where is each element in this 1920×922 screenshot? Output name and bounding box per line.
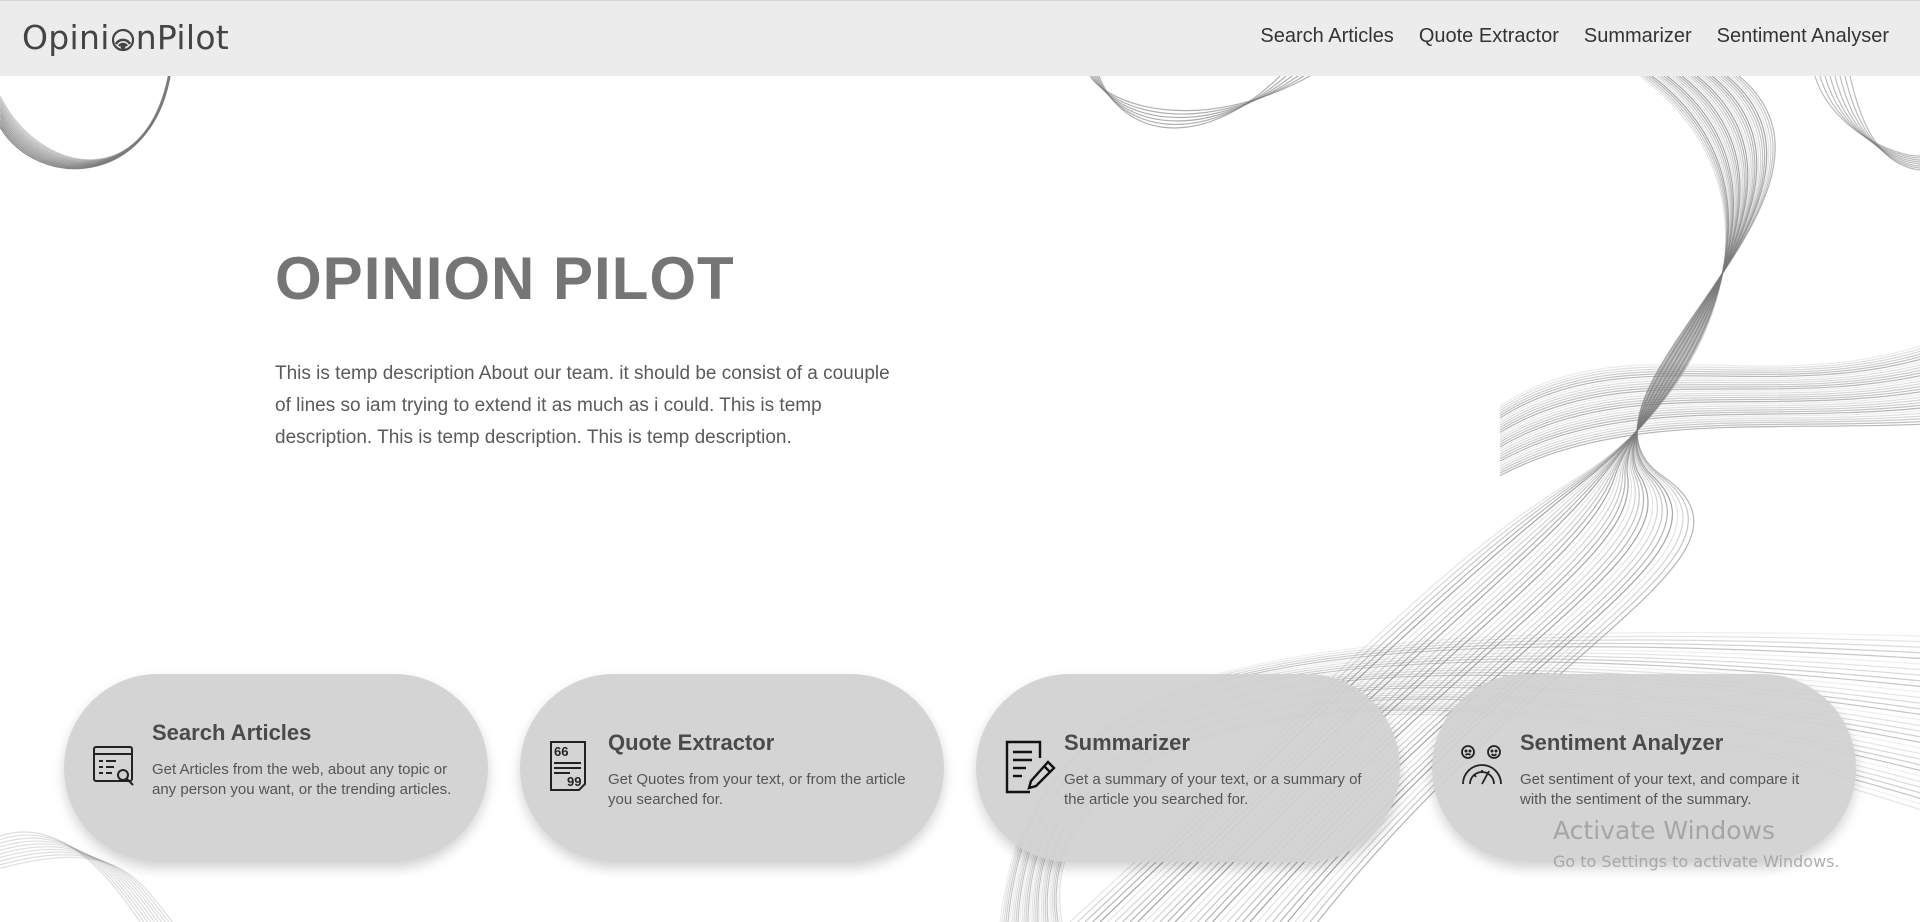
logo-text-suffix: nPilot	[135, 18, 230, 57]
sentiment-faces-icon	[1460, 744, 1504, 796]
card-description: Get Quotes from your text, or from the a…	[608, 771, 906, 808]
nav-quote-extractor[interactable]: Quote Extractor	[1419, 25, 1559, 48]
card-title: Search Articles	[152, 720, 312, 745]
card-title: Sentiment Analyzer	[1520, 730, 1724, 755]
hero-title: OPINION PILOT	[275, 245, 735, 312]
activate-windows-subtitle: Go to Settings to activate Windows.	[1553, 852, 1840, 871]
activate-windows-title: Activate Windows	[1553, 816, 1775, 845]
document-pen-icon	[1004, 740, 1056, 794]
main-nav: Search Articles Quote Extractor Summariz…	[1260, 25, 1889, 48]
svg-text:99: 99	[567, 774, 581, 789]
card-title: Summarizer	[1064, 730, 1190, 755]
logo-signal-icon	[111, 21, 135, 52]
svg-text:66: 66	[554, 744, 568, 759]
nav-search-articles[interactable]: Search Articles	[1260, 25, 1393, 48]
card-description: Get Articles from the web, about any top…	[152, 761, 452, 798]
hero-description: This is temp description About our team.…	[275, 363, 890, 448]
top-navbar: Opini nPilot Search Articles Quote Extra…	[0, 0, 1920, 76]
card-title: Quote Extractor	[608, 730, 775, 755]
nav-sentiment-analyser[interactable]: Sentiment Analyser	[1717, 25, 1889, 48]
quote-document-icon: 66 99	[548, 740, 592, 792]
search-window-icon	[92, 744, 136, 796]
card-description: Get a summary of your text, or a summary…	[1064, 771, 1362, 808]
logo-text-prefix: Opini	[22, 18, 110, 57]
nav-summarizer[interactable]: Summarizer	[1584, 25, 1692, 48]
card-summarizer[interactable]: Summarizer Get a summary of your text, o…	[976, 674, 1400, 862]
card-description: Get sentiment of your text, and compare …	[1520, 771, 1800, 808]
logo[interactable]: Opini nPilot	[22, 18, 229, 57]
card-quote-extractor[interactable]: 66 99 Quote Extractor Get Quotes from yo…	[520, 674, 944, 862]
card-search-articles[interactable]: Search Articles Get Articles from the we…	[64, 674, 488, 862]
